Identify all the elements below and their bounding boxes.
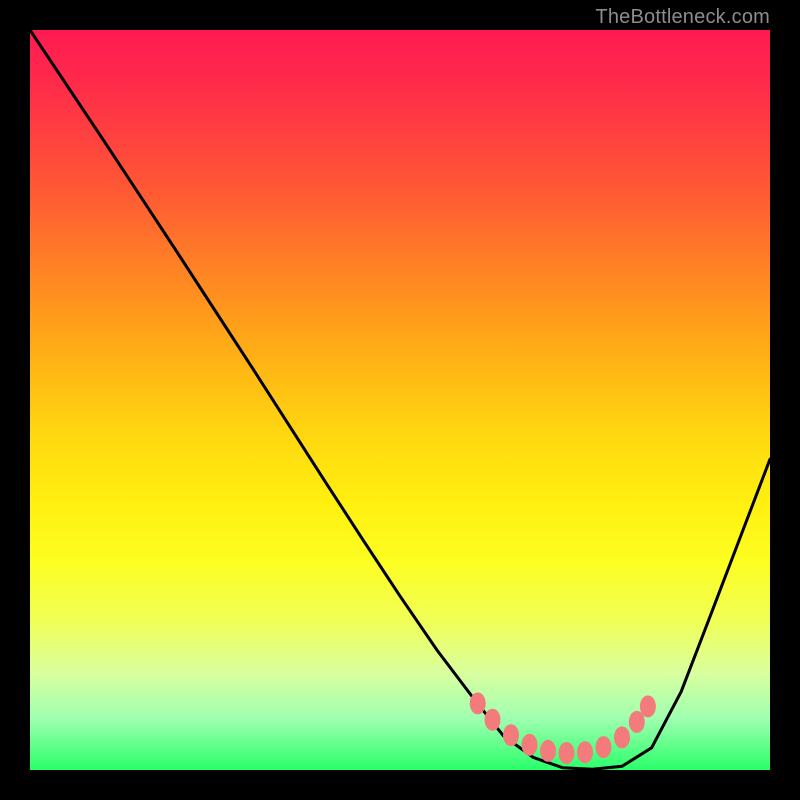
watermark-text: TheBottleneck.com (595, 6, 770, 29)
marker-dot (503, 724, 519, 746)
marker-dot (614, 726, 630, 748)
marker-dot (485, 709, 501, 731)
marker-dot (596, 736, 612, 758)
marker-dot (540, 740, 556, 762)
marker-dot (559, 742, 575, 764)
chart-markers (30, 30, 770, 770)
marker-group (470, 692, 656, 764)
chart-frame: { "watermark": "TheBottleneck.com", "cha… (0, 0, 800, 800)
marker-dot (577, 741, 593, 763)
marker-dot (470, 692, 486, 714)
marker-dot (640, 695, 656, 717)
marker-dot (522, 734, 538, 756)
